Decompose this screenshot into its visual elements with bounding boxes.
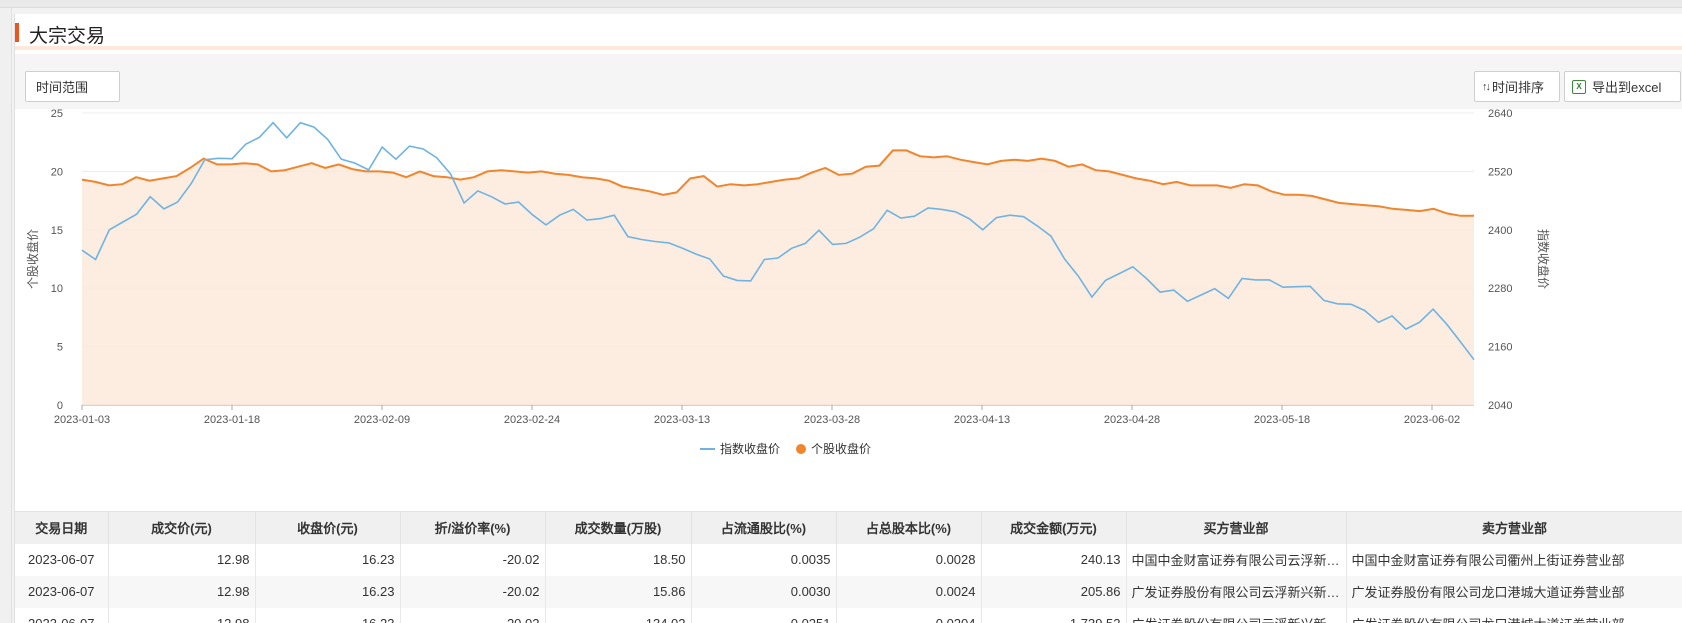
cell-buyer[interactable]: 中国中金财富证券有限公司云浮新兴东堤北路证券营业部: [1126, 543, 1347, 576]
top-strip: [0, 0, 1682, 8]
cell-premium-rate: -20.02: [400, 607, 546, 623]
left-tick-label: 25: [51, 109, 63, 120]
x-tick-label: 2023-06-02: [1404, 414, 1460, 426]
cell-total-ratio: 0.0028: [836, 543, 982, 576]
left-axis-title: 个股收盘价: [25, 229, 40, 289]
col-header-volume[interactable]: 成交数量(万股): [545, 511, 692, 544]
cell-float-ratio: 0.0030: [691, 575, 837, 608]
col-header-seller[interactable]: 卖方营业部: [1346, 511, 1682, 544]
x-tick-label: 2023-03-28: [804, 414, 860, 426]
col-header-float-ratio[interactable]: 占流通股比(%): [691, 511, 837, 544]
panel-header: 大宗交易: [15, 14, 1682, 50]
time-range-label: 时间范围: [36, 80, 89, 95]
cell-premium-rate: -20.02: [400, 575, 546, 608]
left-tick-label: 5: [57, 342, 63, 354]
x-tick-label: 2023-03-13: [654, 414, 710, 426]
table-row: 2023-06-07 12.98 16.23 -20.02 18.50 0.00…: [15, 543, 1682, 576]
legend-stock-marker: [796, 444, 806, 454]
panel-title: 大宗交易: [29, 26, 106, 47]
cell-close-price: 16.23: [255, 575, 401, 608]
cell-amount: 205.86: [981, 575, 1127, 608]
table-header-row: 交易日期 成交价(元) 收盘价(元) 折/溢价率(%) 成交数量(万股) 占流通…: [15, 511, 1682, 544]
excel-icon: X: [1572, 79, 1586, 94]
cell-float-ratio: 0.0035: [691, 543, 837, 576]
cell-amount: 240.13: [981, 543, 1127, 576]
cell-volume: 15.86: [545, 575, 692, 608]
cell-close-price: 16.23: [255, 607, 401, 623]
cell-premium-rate: -20.02: [400, 543, 546, 576]
right-tick-label: 2280: [1488, 283, 1512, 295]
cell-buyer[interactable]: 广发证券股份有限公司云浮新兴新城大道证券营业部: [1126, 575, 1347, 608]
right-tick-label: 2400: [1488, 225, 1512, 237]
table-row: 2023-06-07 12.98 16.23 -20.02 15.86 0.00…: [15, 575, 1682, 608]
cell-close-price: 16.23: [255, 543, 401, 576]
cell-volume: 18.50: [545, 543, 692, 576]
col-header-amount[interactable]: 成交金额(万元): [981, 511, 1127, 544]
left-tick-label: 0: [57, 400, 63, 412]
left-tick-label: 15: [51, 225, 63, 237]
legend-index-label: 指数收盘价: [720, 441, 780, 456]
price-chart-svg: 0510152025204021602280240025202640个股收盘价指…: [25, 108, 1551, 456]
right-tick-label: 2040: [1488, 400, 1512, 412]
left-tick-label: 20: [51, 166, 63, 178]
time-sort-label: 时间排序: [1492, 80, 1545, 95]
cell-float-ratio: 0.0251: [691, 607, 837, 623]
col-header-trade-price[interactable]: 成交价(元): [108, 511, 256, 544]
title-accent-bar: [15, 23, 19, 42]
right-axis-title: 指数收盘价: [1536, 229, 1551, 289]
cell-date: 2023-06-07: [15, 543, 109, 576]
cell-date: 2023-06-07: [15, 575, 109, 608]
cell-buyer[interactable]: 广发证券股份有限公司云浮新兴新城大道证券营业部: [1126, 607, 1347, 623]
time-range-button[interactable]: 时间范围: [25, 71, 120, 102]
block-trade-panel: 大宗交易 时间范围 ↑↓ 时间排序 X 导出到excel 0 5 10 15 20 25 2…: [14, 14, 1682, 623]
cell-seller[interactable]: 中国中金财富证券有限公司衢州上街证券营业部: [1346, 543, 1682, 576]
left-strip: [0, 8, 12, 623]
cell-amount: 1,739.52: [981, 607, 1127, 623]
col-header-premium-rate[interactable]: 折/溢价率(%): [400, 511, 546, 544]
x-tick-label: 2023-01-18: [204, 414, 260, 426]
block-trade-table: 交易日期 成交价(元) 收盘价(元) 折/溢价率(%) 成交数量(万股) 占流通…: [15, 511, 1682, 623]
export-excel-button[interactable]: X 导出到excel: [1564, 71, 1681, 102]
time-sort-button[interactable]: ↑↓ 时间排序: [1474, 71, 1560, 102]
cell-trade-price: 12.98: [108, 575, 256, 608]
right-tick-label: 2160: [1488, 342, 1512, 354]
cell-seller[interactable]: 广发证券股份有限公司龙口港城大道证券营业部: [1346, 575, 1682, 608]
toolbar: 时间范围 ↑↓ 时间排序 X 导出到excel: [15, 54, 1682, 109]
legend-stock-label: 个股收盘价: [811, 441, 871, 456]
x-tick-label: 2023-01-03: [54, 414, 110, 426]
x-tick-label: 2023-02-09: [354, 414, 410, 426]
cell-total-ratio: 0.0024: [836, 575, 982, 608]
cell-trade-price: 12.98: [108, 607, 256, 623]
x-tick-label: 2023-05-18: [1254, 414, 1310, 426]
cell-date: 2023-06-07: [15, 607, 109, 623]
export-excel-label: 导出到excel: [1592, 80, 1662, 95]
right-tick-label: 2640: [1488, 109, 1512, 120]
cell-trade-price: 12.98: [108, 543, 256, 576]
sort-arrows-icon: ↑↓: [1482, 80, 1491, 93]
x-tick-label: 2023-02-24: [504, 414, 560, 426]
x-tick-label: 2023-04-28: [1104, 414, 1160, 426]
col-header-total-ratio[interactable]: 占总股本比(%): [836, 511, 982, 544]
table-row: 2023-06-07 12.98 16.23 -20.02 134.02 0.0…: [15, 607, 1682, 623]
cell-seller[interactable]: 广发证券股份有限公司龙口港城大道证券营业部: [1346, 607, 1682, 623]
col-header-date[interactable]: 交易日期: [15, 511, 109, 544]
price-chart: 0 5 10 15 20 25 2040 2160 2280 2400 2520 2640 个股收盘价指…: [15, 108, 1682, 509]
cell-total-ratio: 0.0204: [836, 607, 982, 623]
cell-volume: 134.02: [545, 607, 692, 623]
x-tick-label: 2023-04-13: [954, 414, 1010, 426]
col-header-close-price[interactable]: 收盘价(元): [255, 511, 401, 544]
left-tick-label: 10: [51, 283, 63, 295]
right-tick-label: 2520: [1488, 166, 1512, 178]
col-header-buyer[interactable]: 买方营业部: [1126, 511, 1347, 544]
